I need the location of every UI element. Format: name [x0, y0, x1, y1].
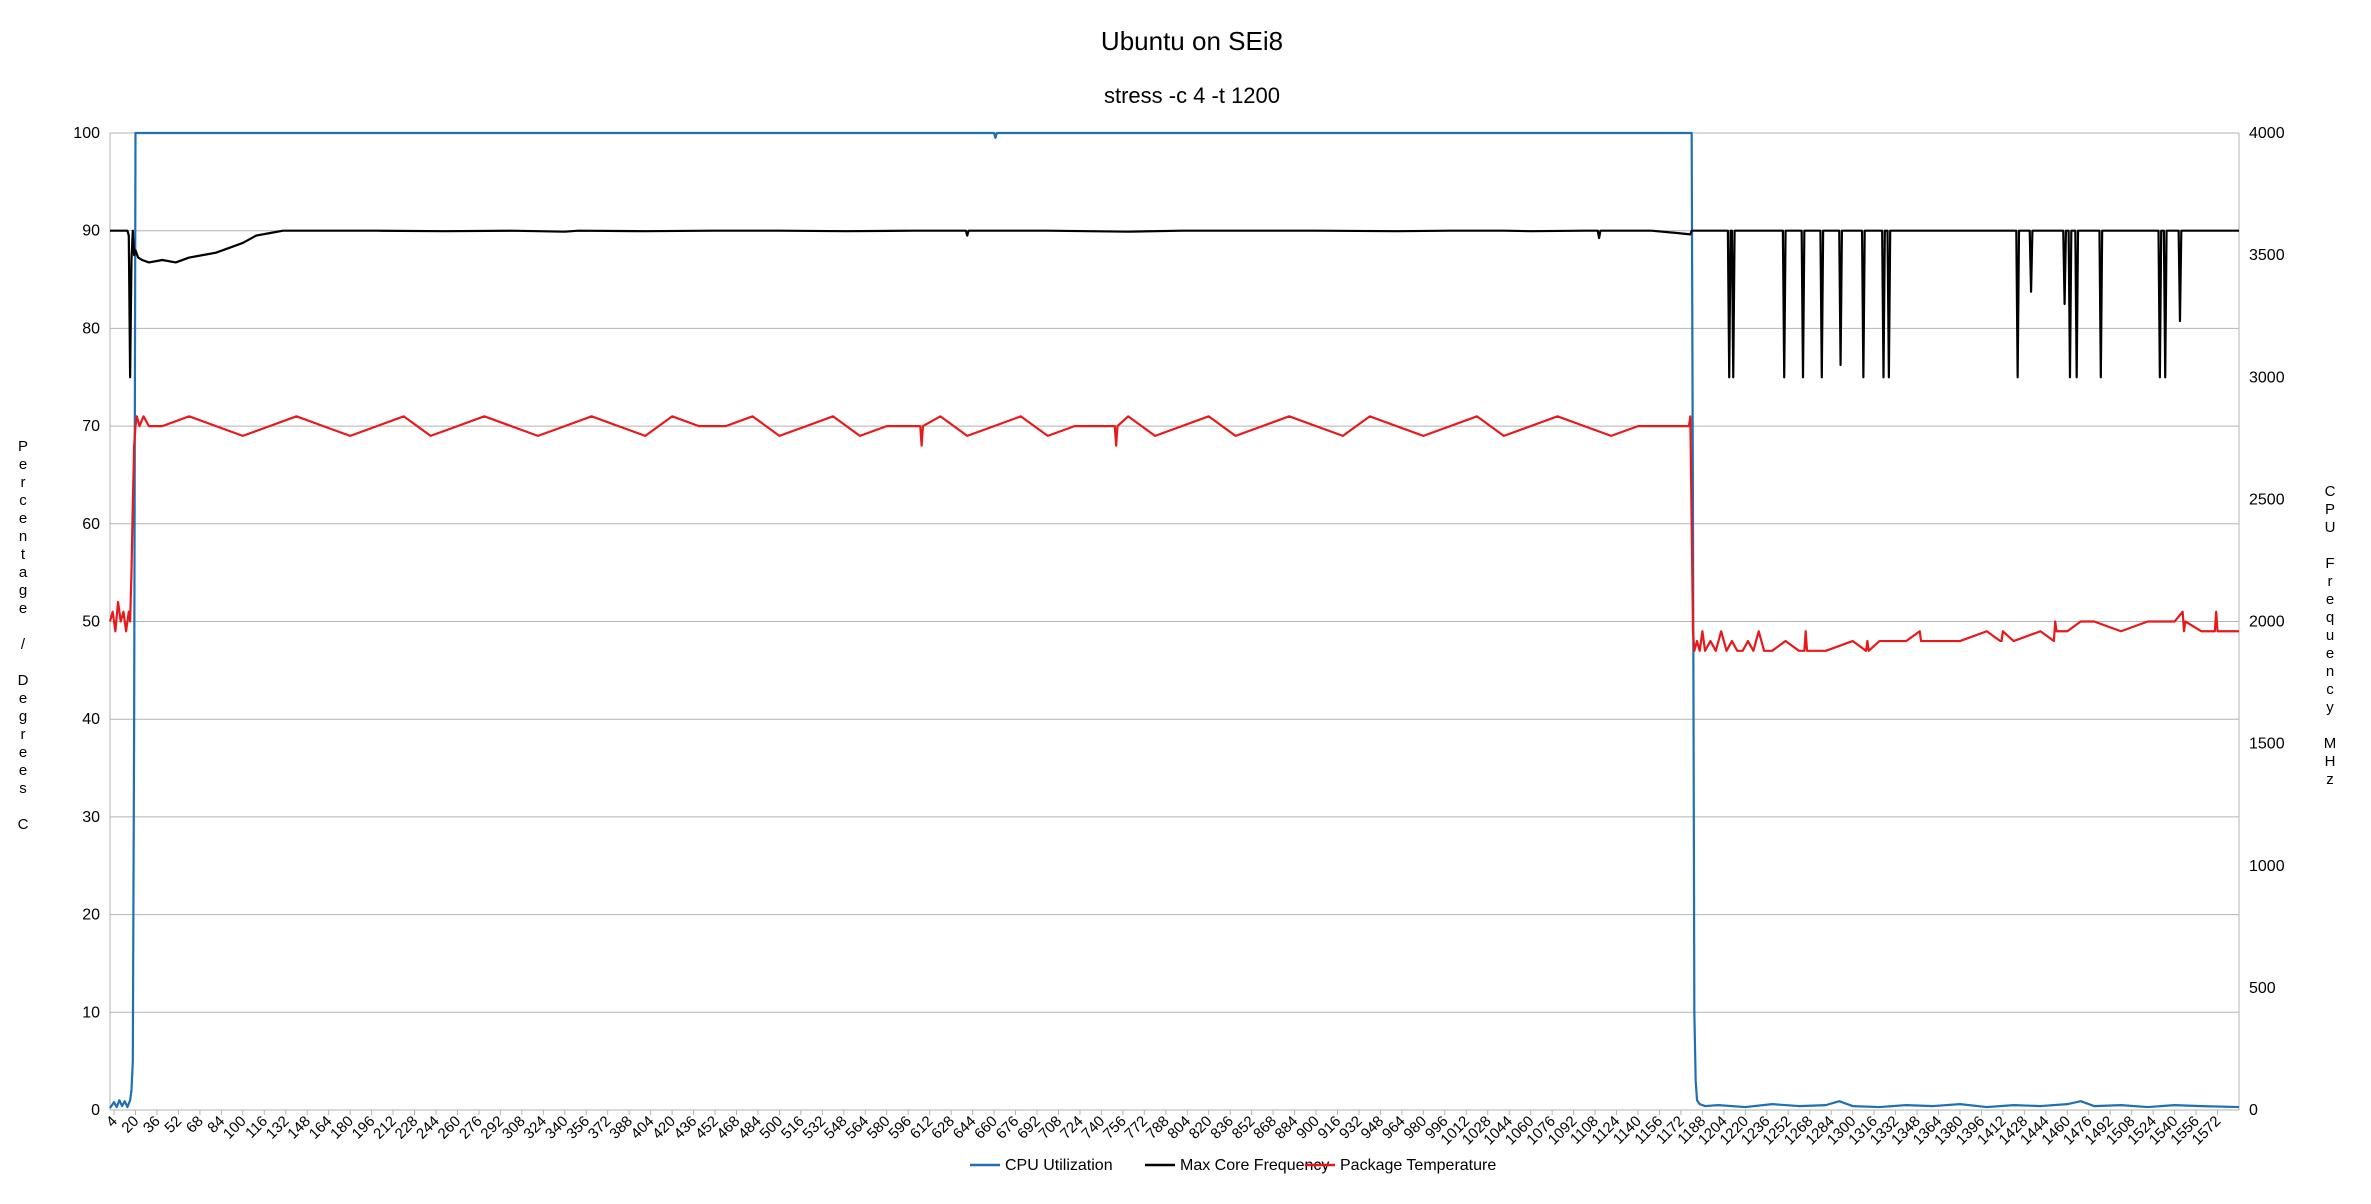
axis-label-letter: D — [18, 672, 29, 689]
y-left-tick-label: 100 — [73, 125, 100, 142]
legend-entry-label: CPU Utilization — [1005, 1157, 1113, 1174]
y-left-tick-label: 0 — [91, 1102, 100, 1119]
axis-label-letter: P — [18, 438, 28, 455]
axis-label-letter: s — [19, 780, 27, 797]
y-left-tick-label: 60 — [82, 516, 100, 533]
chart-subtitle: stress -c 4 -t 1200 — [1104, 83, 1280, 108]
axis-label-letter: M — [2324, 735, 2337, 752]
y-left-tick-label: 10 — [82, 1004, 100, 1021]
y-left-tick-label: 70 — [82, 418, 100, 435]
y-left-tick-label: 40 — [82, 711, 100, 728]
axis-label-letter: z — [2326, 771, 2334, 788]
axis-label-letter: n — [19, 528, 27, 545]
axis-label-letter: e — [19, 456, 27, 473]
axis-label-letter: U — [2325, 519, 2336, 536]
axis-label-letter: r — [2328, 573, 2333, 590]
axis-label-letter: g — [19, 708, 27, 725]
y-right-tick-label: 4000 — [2249, 125, 2285, 142]
axis-label-letter: a — [19, 564, 28, 581]
axis-label-letter: e — [19, 762, 27, 779]
axis-label-letter: u — [2326, 627, 2334, 644]
axis-label-letter: e — [19, 690, 27, 707]
axis-label-letter: r — [21, 726, 26, 743]
axis-label-letter: e — [19, 600, 27, 617]
legend-entry-label: Package Temperature — [1340, 1157, 1496, 1174]
legend: CPU Utilization Max Core Frequency Package… — [970, 1157, 1496, 1174]
axis-label-letter: n — [2326, 663, 2334, 680]
axis-label-letter: c — [2326, 681, 2334, 698]
axis-label-letter: q — [2326, 609, 2334, 626]
chart-title: Ubuntu on SEi8 — [1101, 26, 1283, 56]
y-right-tick-label: 1500 — [2249, 736, 2285, 753]
axis-label-letter: e — [2326, 591, 2334, 608]
chart-background — [0, 0, 2371, 1204]
axis-label-letter: C — [2325, 483, 2336, 500]
axis-label-letter: c — [19, 492, 27, 509]
y-right-tick-label: 2000 — [2249, 614, 2285, 631]
y-left-tick-label: 50 — [82, 614, 100, 631]
axis-label-letter: e — [19, 510, 27, 527]
chart: Ubuntu on SEi8 stress -c 4 -t 1200 0 10 20… — [0, 0, 2371, 1204]
axis-label-letter: H — [2325, 753, 2336, 770]
y-left-tick-label: 30 — [82, 809, 100, 826]
axis-label-letter: r — [21, 474, 26, 491]
axis-label-letter: e — [2326, 645, 2334, 662]
y-right-tick-label: 3000 — [2249, 369, 2285, 386]
axis-label-letter: P — [2325, 501, 2335, 518]
axis-label-letter: g — [19, 582, 27, 599]
y-left-tick-label: 90 — [82, 223, 100, 240]
axis-label-letter: y — [2326, 699, 2334, 716]
y-left-tick-label: 80 — [82, 320, 100, 337]
y-left-tick-label: 20 — [82, 907, 100, 924]
axis-label-letter: F — [2325, 555, 2334, 572]
axis-label-letter: C — [18, 816, 29, 833]
y-right-tick-label: 0 — [2249, 1102, 2258, 1119]
y-right-tick-label: 3500 — [2249, 247, 2285, 264]
y-right-tick-label: 500 — [2249, 980, 2276, 997]
y-right-tick-label: 1000 — [2249, 858, 2285, 875]
y-right-tick-label: 2500 — [2249, 491, 2285, 508]
axis-label-letter: e — [19, 744, 27, 761]
